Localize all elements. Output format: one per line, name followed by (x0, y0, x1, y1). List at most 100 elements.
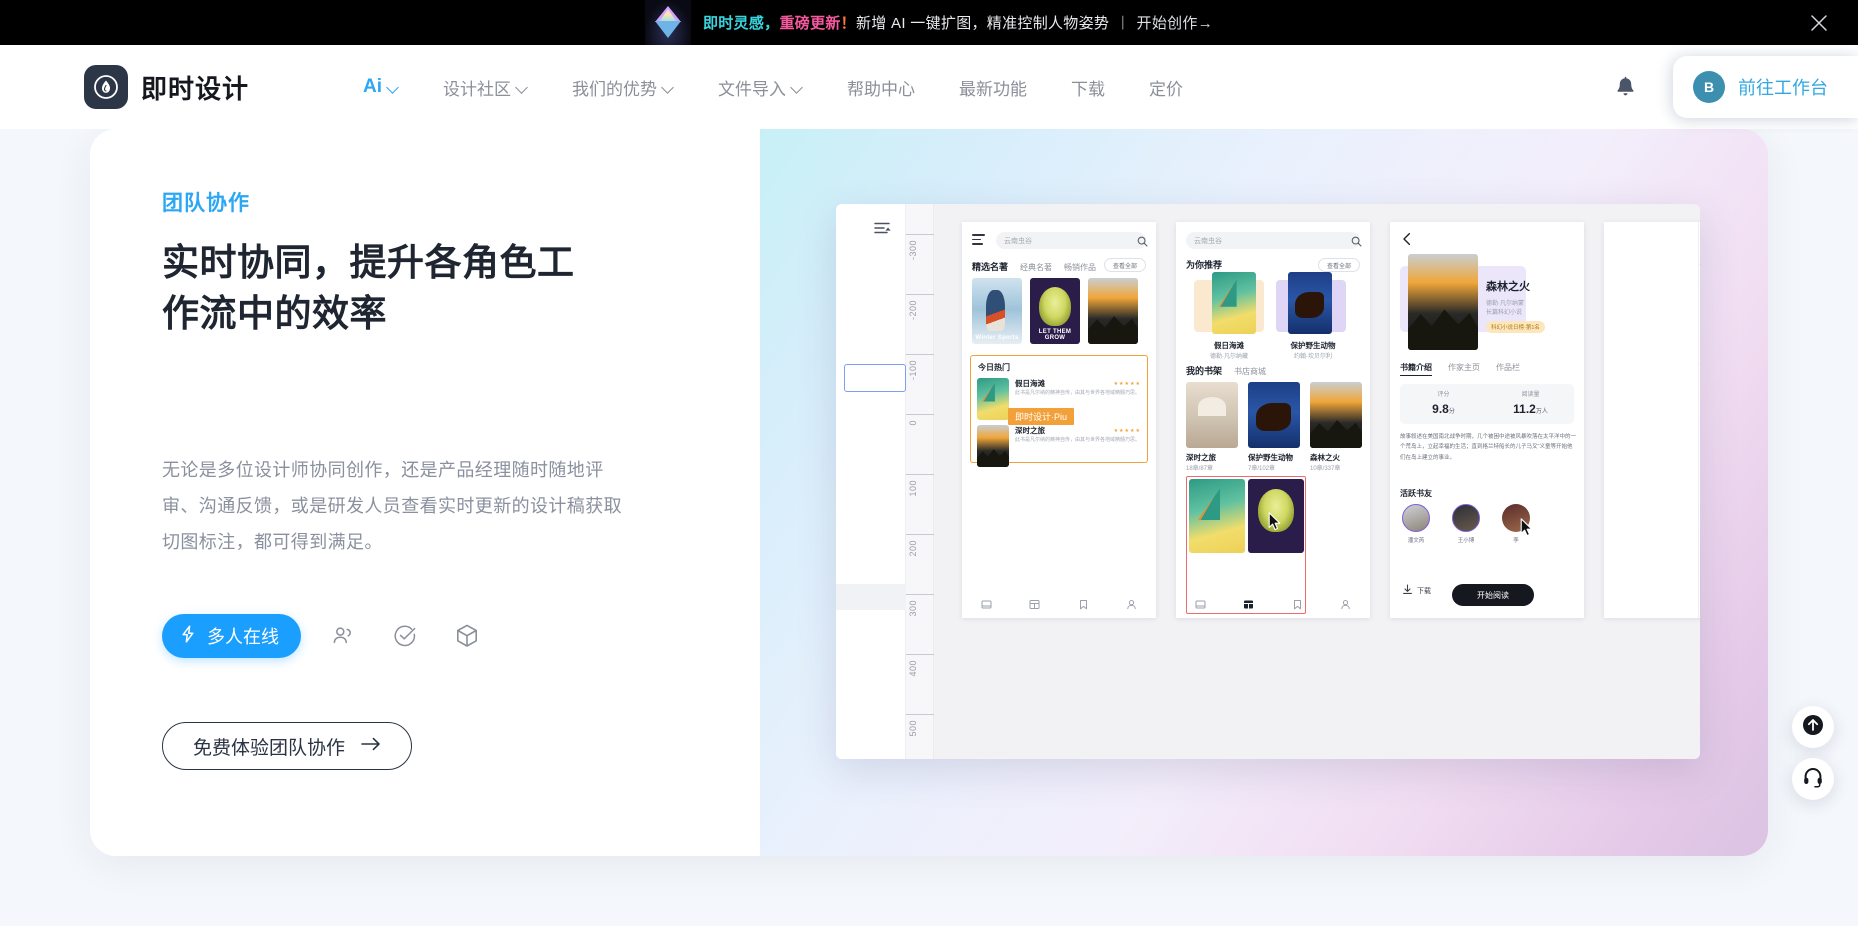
promo-cta-link[interactable]: 开始创作→ (1137, 15, 1214, 32)
bookmark-icon[interactable] (1078, 597, 1089, 615)
view-all-button[interactable]: 查看全部 (1103, 258, 1146, 272)
hot-list-item[interactable]: 深时之旅 ★★★★★ 此书是凡尔纳的精神自传，由其与世界各地域精髓巧思。 (971, 420, 1147, 467)
nav-item-pricing[interactable]: 定价 (1127, 67, 1205, 108)
collaborator-cursor-label: 即时设计·Piu (1008, 408, 1075, 425)
feature-preview-column: -300 -200 -100 0 100 200 300 400 500 云南虫… (760, 129, 1768, 856)
tab-author-page[interactable]: 作家主页 (1448, 362, 1480, 373)
search-icon[interactable] (1137, 234, 1148, 247)
users-icon[interactable] (323, 616, 363, 656)
ruler-tick-label: 0 (908, 420, 918, 426)
chevron-left-icon[interactable] (1401, 232, 1413, 246)
download-label: 下载 (1417, 588, 1431, 595)
book-cover[interactable] (1189, 479, 1245, 553)
editor-canvas[interactable]: 云南虫谷 精选名著 经典名著 畅销作品 查看全部 Winter Sports L… (934, 204, 1700, 759)
mouse-cursor-icon (1520, 518, 1533, 537)
person-icon[interactable] (1126, 597, 1137, 615)
layer-row-selected[interactable] (844, 364, 906, 392)
feature-card: 团队协作 实时协同，提升各角色工作流中的效率 无论是多位设计师协同创作，还是产品… (90, 129, 1768, 856)
recommend-title: 假日海滩 (1214, 341, 1244, 350)
bell-icon[interactable] (1601, 63, 1649, 111)
book-icon[interactable] (1195, 597, 1206, 615)
shelf-title: 保护野生动物 (1248, 453, 1293, 462)
grid-icon[interactable] (1243, 597, 1254, 615)
book-cover[interactable] (1310, 382, 1362, 448)
download-button[interactable]: 下载 (1402, 582, 1431, 600)
person-icon[interactable] (1340, 597, 1351, 615)
avatar[interactable] (1452, 504, 1480, 532)
nav-item-community[interactable]: 设计社区 (421, 67, 550, 108)
brand-name: 即时设计 (141, 73, 250, 104)
tab-works[interactable]: 作品栏 (1496, 362, 1520, 373)
promo-content[interactable]: 即时灵感，重磅更新！新增 AI 一键扩图，精准控制人物姿势丨开始创作→ (644, 0, 1214, 45)
artboard-book-detail-screen[interactable]: FIRE / WRECKS A FOREST 森林之火 德勒·凡尔纳蒙 长篇科幻… (1390, 222, 1584, 618)
recommend-item[interactable]: 保护野生动物 约翰·坎贝尔利 (1276, 340, 1350, 360)
nav-label: 帮助中心 (847, 79, 916, 99)
search-input[interactable]: 云南虫谷 (996, 232, 1146, 249)
ruler-tick-label: 400 (908, 660, 918, 677)
shelf-item[interactable]: 深时之旅 18章/87章 (1186, 452, 1216, 472)
shelf-item[interactable]: 森林之火 10章/337章 (1310, 452, 1340, 472)
book-cover[interactable] (1248, 382, 1300, 448)
close-icon[interactable] (1806, 10, 1832, 36)
chevron-down-icon (663, 82, 674, 93)
shelf-progress: 7章/102章 (1248, 466, 1276, 472)
category-tabs[interactable]: 精选名著 经典名著 畅销作品 (972, 260, 1096, 273)
start-reading-button[interactable]: 开始阅读 (1452, 584, 1534, 606)
multi-user-online-chip[interactable]: 多人在线 (162, 614, 301, 659)
tab-classics[interactable]: 经典名著 (1020, 262, 1052, 273)
layer-row[interactable] (836, 584, 906, 610)
book-intro-text: 故事叙述在美国南北战争时期，几个被困中途被风暴吹落在太平洋中的一个荒岛上，立起幸… (1400, 434, 1577, 461)
artboard-browse-screen[interactable]: 云南虫谷 精选名著 经典名著 畅销作品 查看全部 Winter Sports L… (962, 222, 1156, 618)
nav-item-ai[interactable]: Ai (341, 68, 421, 106)
promo-seg-pink: 重磅更新 (779, 15, 841, 32)
book-cover[interactable] (1212, 272, 1256, 334)
book-cover[interactable] (1186, 382, 1238, 448)
nav-item-help-center[interactable]: 帮助中心 (825, 67, 937, 108)
free-trial-label: 免费体验团队协作 (193, 737, 346, 759)
search-input[interactable]: 云南虫谷 (1186, 232, 1360, 249)
book-icon[interactable] (981, 597, 992, 615)
book-cover[interactable]: LET THEM GROW (1030, 278, 1080, 344)
ruler-tick-label: 500 (908, 720, 918, 737)
tab-store[interactable]: 书店商城 (1234, 366, 1266, 377)
check-circle-icon[interactable] (385, 616, 425, 656)
tab-my-shelf[interactable]: 我的书架 (1186, 364, 1222, 377)
artboard-panel-screen[interactable]: 显示 文件样式 颜色 封面 导出 (1604, 222, 1700, 618)
layers-icon[interactable] (872, 218, 896, 242)
support-button[interactable] (1792, 758, 1834, 800)
hamburger-icon[interactable] (972, 234, 986, 246)
brand-logo[interactable]: 即时设计 (84, 65, 249, 109)
detail-tabs[interactable]: 书籍介绍 作家主页 作品栏 (1400, 362, 1520, 376)
book-cover-large[interactable]: FIRE / WRECKS A FOREST (1408, 254, 1478, 350)
nav-label: 定价 (1149, 79, 1184, 99)
bottom-tabbar[interactable] (1176, 594, 1370, 618)
tab-bestsellers[interactable]: 畅销作品 (1064, 262, 1096, 273)
shelf-item[interactable]: 保护野生动物 7章/102章 (1248, 452, 1293, 472)
go-to-workbench-button[interactable]: B 前往工作台 (1673, 56, 1858, 118)
nav-item-whats-new[interactable]: 最新功能 (937, 67, 1049, 108)
view-all-button[interactable]: 查看全部 (1317, 258, 1360, 272)
artboard-recommend-screen[interactable]: 云南虫谷 为你推荐 查看全部 假日海滩 德勒·凡尔纳藏 保护野生动物 约翰·坎贝… (1176, 222, 1370, 618)
bottom-tabbar[interactable] (962, 594, 1156, 618)
nav-item-download[interactable]: 下载 (1049, 67, 1127, 108)
tab-intro[interactable]: 书籍介绍 (1400, 362, 1432, 376)
avatar[interactable] (1402, 504, 1430, 532)
book-cover[interactable]: FIRE (1088, 278, 1138, 344)
gem-icon (644, 0, 691, 45)
nav-label: 设计社区 (443, 79, 512, 99)
book-cover[interactable] (1288, 272, 1332, 334)
shelf-tabs[interactable]: 我的书架 书店商城 (1186, 364, 1266, 377)
tab-featured[interactable]: 精选名著 (972, 260, 1008, 273)
search-icon[interactable] (1351, 234, 1362, 247)
rating-stars: ★★★★★ (1113, 380, 1141, 387)
book-genre: 长篇科幻小说 (1486, 310, 1523, 316)
book-cover[interactable]: Winter Sports (972, 278, 1022, 344)
free-trial-button[interactable]: 免费体验团队协作 (162, 722, 413, 770)
nav-item-advantages[interactable]: 我们的优势 (550, 67, 696, 108)
recommend-item[interactable]: 假日海滩 德勒·凡尔纳藏 (1194, 340, 1264, 360)
cube-icon[interactable] (447, 616, 487, 656)
bookmark-icon[interactable] (1292, 597, 1303, 615)
back-to-top-button[interactable] (1792, 706, 1834, 748)
grid-icon[interactable] (1029, 597, 1040, 615)
nav-item-file-import[interactable]: 文件导入 (696, 67, 825, 108)
